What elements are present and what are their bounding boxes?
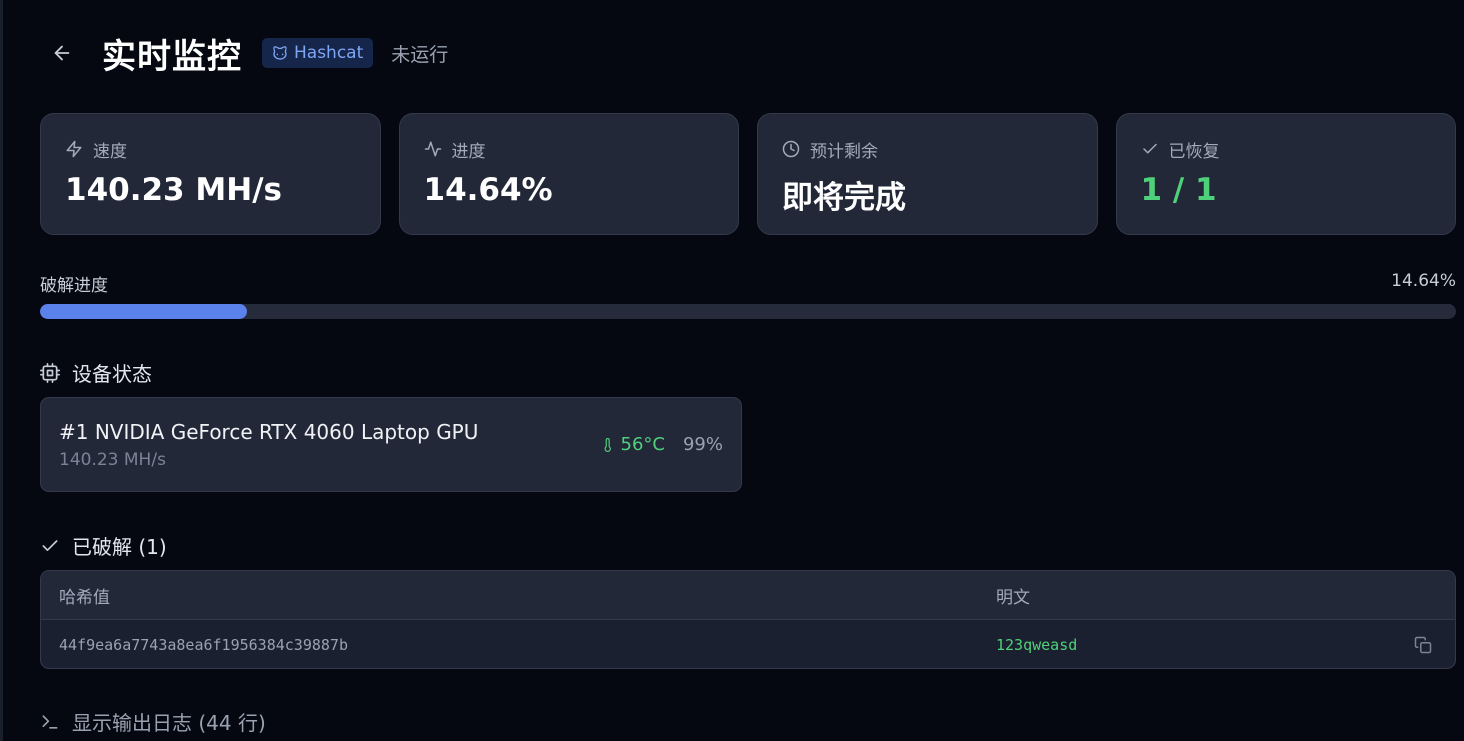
column-header-hash: 哈希值 xyxy=(59,587,110,608)
show-log-toggle[interactable]: 显示输出日志 (44 行) xyxy=(40,707,266,736)
stat-value: 140.23 MH/s xyxy=(65,172,282,208)
arrow-left-icon xyxy=(54,45,70,61)
progress-bar xyxy=(40,304,1456,319)
plaintext-cell: 123qweasd xyxy=(996,635,1078,654)
cpu-icon xyxy=(40,362,60,383)
progress-percent: 14.64% xyxy=(1391,271,1456,291)
cat-icon xyxy=(273,46,287,60)
stat-card-eta: 预计剩余 即将完成 xyxy=(757,113,1098,235)
page-title: 实时监控 xyxy=(102,36,242,77)
stat-value: 1 / 1 xyxy=(1140,172,1217,208)
terminal-icon xyxy=(42,714,58,729)
run-status: 未运行 xyxy=(391,43,449,66)
device-utilization: 99% xyxy=(682,434,723,455)
device-section-title: 设备状态 xyxy=(40,358,152,387)
stat-label: 已恢复 xyxy=(1168,141,1220,162)
stat-card-recovered: 已恢复 1 / 1 xyxy=(1115,113,1456,235)
copy-button[interactable] xyxy=(1401,636,1445,654)
check-icon xyxy=(42,539,58,551)
device-temperature-value: 56°C xyxy=(620,434,665,455)
zap-icon xyxy=(66,140,82,158)
activity-icon xyxy=(424,141,441,157)
device-name: #1 NVIDIA GeForce RTX 4060 Laptop GPU xyxy=(59,419,479,444)
cracked-table: 哈希值 明文 44f9ea6a7743a8ea6f1956384c39887b … xyxy=(40,570,1456,669)
device-speed: 140.23 MH/s xyxy=(59,449,166,470)
thermometer-icon xyxy=(604,437,611,452)
tool-badge: Hashcat xyxy=(262,38,374,68)
stats-row: 速度 140.23 MH/s 进度 14.64% 预计剩余 即将完成 已恢复 1… xyxy=(40,113,1456,235)
table-row: 44f9ea6a7743a8ea6f1956384c39887b 123qwea… xyxy=(41,620,1455,668)
progress-label: 破解进度 xyxy=(40,276,108,296)
page-header: 实时监控 Hashcat 未运行 xyxy=(40,30,449,77)
device-temperature: 56°C xyxy=(601,434,665,455)
hash-cell: 44f9ea6a7743a8ea6f1956384c39887b xyxy=(59,635,348,654)
stat-card-progress: 进度 14.64% xyxy=(398,113,739,235)
tool-badge-label: Hashcat xyxy=(294,43,364,63)
copy-icon xyxy=(1414,636,1432,653)
stat-label: 进度 xyxy=(451,141,486,162)
progress-header: 破解进度 14.64% xyxy=(40,271,1456,296)
stat-label: 预计剩余 xyxy=(810,141,878,162)
device-section-label: 设备状态 xyxy=(72,362,152,386)
show-log-label: 显示输出日志 (44 行) xyxy=(72,711,266,735)
back-button[interactable] xyxy=(40,31,84,75)
device-card: #1 NVIDIA GeForce RTX 4060 Laptop GPU 14… xyxy=(40,397,742,492)
check-icon xyxy=(1142,143,1157,154)
table-header: 哈希值 明文 xyxy=(41,571,1455,620)
progress-bar-fill xyxy=(40,304,248,319)
column-header-plaintext: 明文 xyxy=(996,587,1030,608)
cracked-section-label: 已破解 (1) xyxy=(72,535,167,559)
stat-card-speed: 速度 140.23 MH/s xyxy=(40,113,381,235)
stat-label: 速度 xyxy=(93,141,127,162)
cracked-section-title: 已破解 (1) xyxy=(40,531,167,560)
stat-value: 14.64% xyxy=(423,172,553,208)
left-edge-divider xyxy=(0,0,3,741)
stat-value: 即将完成 xyxy=(782,180,906,216)
clock-icon xyxy=(782,140,800,158)
